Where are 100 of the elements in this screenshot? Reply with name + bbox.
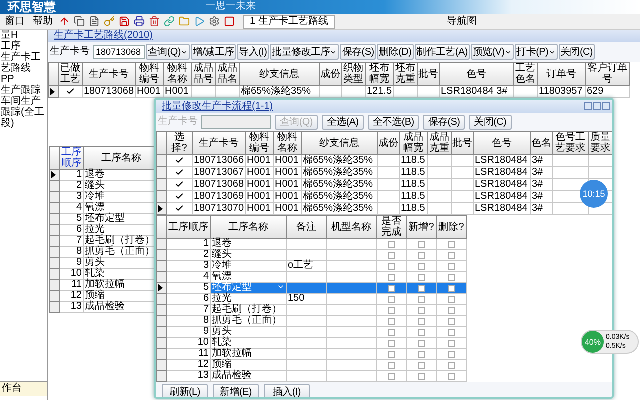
- header-cell[interactable]: 工序顺序: [60, 146, 84, 170]
- checkbox[interactable]: [448, 328, 455, 336]
- play-icon[interactable]: [194, 16, 205, 27]
- checkbox[interactable]: [388, 240, 395, 248]
- checkbox[interactable]: [448, 262, 455, 270]
- toolbar-button[interactable]: 保存(S): [340, 44, 376, 60]
- header-cell[interactable]: 生产卡号: [82, 62, 136, 86]
- checkbox[interactable]: [418, 262, 425, 270]
- printer-icon[interactable]: [134, 16, 145, 27]
- checkbox[interactable]: [388, 274, 395, 280]
- menu-item[interactable]: 帮助: [31, 16, 55, 28]
- checkbox[interactable]: [448, 274, 455, 280]
- trash-icon[interactable]: [149, 16, 160, 27]
- checkbox[interactable]: [388, 372, 395, 380]
- header-cell[interactable]: 质量要求: [588, 132, 612, 154]
- settings-icon[interactable]: [209, 16, 220, 27]
- header-cell[interactable]: 纱支信息: [240, 62, 320, 86]
- header-cell[interactable]: 色号: [440, 62, 514, 86]
- action-button[interactable]: 刷新(L): [162, 384, 208, 397]
- header-cell[interactable]: 物料编号: [136, 62, 164, 86]
- tree-item[interactable]: 生产卡工艺路线: [0, 52, 47, 74]
- checkbox[interactable]: [418, 274, 425, 280]
- toolbar-button[interactable]: 全选(A): [322, 114, 364, 130]
- checkbox[interactable]: [448, 252, 455, 258]
- header-cell[interactable]: 纱支信息: [302, 132, 378, 154]
- toolbar-button[interactable]: 打卡(P): [514, 44, 558, 60]
- checkbox[interactable]: [448, 350, 455, 358]
- toolbar-button[interactable]: 全不选(B): [368, 114, 420, 130]
- checkbox[interactable]: [448, 306, 455, 314]
- checkbox[interactable]: [448, 362, 455, 368]
- key-icon[interactable]: [104, 16, 115, 27]
- action-button[interactable]: 插入(I): [264, 384, 310, 397]
- checkbox[interactable]: [388, 328, 395, 336]
- checkbox[interactable]: [418, 284, 425, 292]
- toolbar-button[interactable]: 制作工艺(A): [414, 44, 470, 60]
- header-cell[interactable]: 成品克重: [428, 132, 452, 154]
- checkbox[interactable]: [418, 350, 425, 358]
- tree-item[interactable]: 车间生产跟踪(全工段): [0, 96, 47, 129]
- checkbox[interactable]: [388, 296, 395, 302]
- header-cell[interactable]: 坯布幅宽: [366, 62, 394, 86]
- header-cell[interactable]: 成品品号: [192, 62, 216, 86]
- input-field[interactable]: 180713068: [93, 45, 145, 59]
- document-icon[interactable]: [89, 16, 100, 27]
- header-cell[interactable]: 成份: [320, 62, 342, 86]
- tree-item[interactable]: 生产跟踪: [0, 85, 47, 96]
- header-cell[interactable]: 成品品名: [216, 62, 240, 86]
- minimize-button[interactable]: [584, 102, 592, 110]
- maximize-button[interactable]: [593, 102, 601, 110]
- header-cell[interactable]: 织物类型: [342, 62, 366, 86]
- toolbar-button[interactable]: 保存(S): [423, 114, 466, 130]
- header-cell[interactable]: 工序顺序: [166, 216, 210, 238]
- header-cell[interactable]: 物料名称: [164, 62, 192, 86]
- close-button[interactable]: [602, 102, 610, 110]
- checkbox[interactable]: [418, 318, 425, 324]
- copy-icon[interactable]: [74, 16, 85, 27]
- checkbox[interactable]: [388, 262, 395, 270]
- document-tab[interactable]: 1 生产卡工艺路线: [243, 14, 336, 28]
- checkbox[interactable]: [388, 284, 395, 292]
- header-cell[interactable]: 批号: [452, 132, 474, 154]
- toolbar-button[interactable]: 批量修改工序: [270, 44, 340, 60]
- checkbox[interactable]: [448, 284, 455, 292]
- checkbox[interactable]: [448, 296, 455, 302]
- checkbox[interactable]: [418, 240, 425, 248]
- checkbox[interactable]: [418, 362, 425, 368]
- checkbox[interactable]: [448, 318, 455, 324]
- panel-tab[interactable]: 作台: [0, 381, 47, 396]
- folder-icon[interactable]: [179, 16, 190, 27]
- toolbar-button[interactable]: 导入(I): [237, 44, 270, 60]
- tree-item[interactable]: 工序: [0, 41, 47, 52]
- header-cell[interactable]: 是否完成: [376, 216, 406, 238]
- header-cell[interactable]: 已做工艺: [58, 62, 82, 86]
- header-cell[interactable]: 新增?: [406, 216, 436, 238]
- checkbox[interactable]: [388, 362, 395, 368]
- header-cell[interactable]: 成份: [378, 132, 400, 154]
- header-cell[interactable]: 物料名称: [274, 132, 302, 154]
- header-cell[interactable]: 坯布克重: [394, 62, 418, 86]
- checkbox[interactable]: [388, 318, 395, 324]
- checkbox[interactable]: [388, 252, 395, 258]
- header-cell[interactable]: 订单号: [538, 62, 586, 86]
- arrow-up-icon[interactable]: [59, 16, 70, 27]
- header-cell[interactable]: 批号: [418, 62, 440, 86]
- checkbox[interactable]: [418, 328, 425, 336]
- save-icon[interactable]: [119, 16, 130, 27]
- toolbar-button[interactable]: 关闭(C): [558, 44, 595, 60]
- header-cell[interactable]: 色号工艺要求: [552, 132, 588, 154]
- header-cell[interactable]: 客户订单号: [586, 62, 630, 86]
- checkbox[interactable]: [388, 350, 395, 358]
- header-cell[interactable]: 色号: [474, 132, 530, 154]
- checkbox[interactable]: [418, 306, 425, 314]
- header-cell[interactable]: 工艺色名: [514, 62, 538, 86]
- link-icon[interactable]: [164, 16, 175, 27]
- header-cell[interactable]: 生产卡号: [192, 132, 246, 154]
- header-cell[interactable]: 选择?: [166, 132, 192, 154]
- checkbox[interactable]: [418, 296, 425, 302]
- action-button[interactable]: 新增(E): [213, 384, 259, 397]
- header-cell[interactable]: 物料编号: [246, 132, 274, 154]
- tree-item[interactable]: PP: [0, 74, 47, 85]
- checkbox[interactable]: [388, 306, 395, 314]
- checkbox[interactable]: [388, 340, 395, 346]
- header-cell[interactable]: 机型名称: [326, 216, 376, 238]
